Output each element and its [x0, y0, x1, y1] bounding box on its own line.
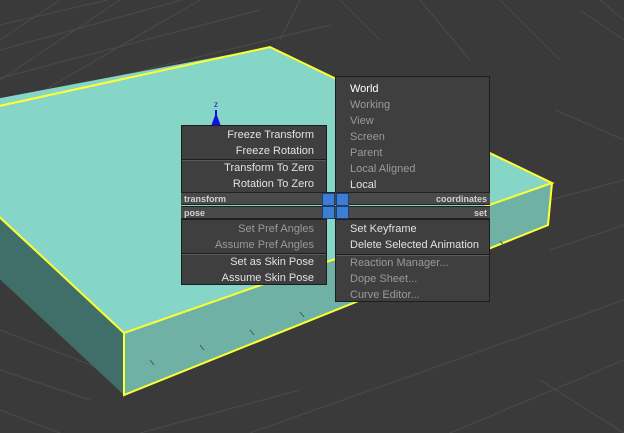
- menu-item-assume-skin-pose[interactable]: Assume Skin Pose: [222, 270, 314, 286]
- quad-label-coordinates: coordinates: [435, 194, 487, 204]
- quad-pose: Set Pref Angles Assume Pref Angles Set a…: [181, 219, 327, 285]
- menu-item-parent[interactable]: Parent: [350, 145, 382, 161]
- quad-label-transform: transform: [184, 194, 227, 204]
- menu-item-transform-to-zero[interactable]: Transform To Zero: [224, 160, 314, 176]
- menu-item-delete-selected-animation[interactable]: Delete Selected Animation: [350, 237, 479, 253]
- quad-hub-lower-right[interactable]: [336, 206, 349, 219]
- menu-item-freeze-rotation[interactable]: Freeze Rotation: [236, 143, 314, 159]
- quad-set: Set Keyframe Delete Selected Animation R…: [335, 219, 490, 302]
- menu-item-screen[interactable]: Screen: [350, 129, 385, 145]
- menu-item-set-pref-angles[interactable]: Set Pref Angles: [238, 221, 314, 237]
- menu-item-reaction-manager[interactable]: Reaction Manager...: [350, 255, 448, 271]
- menu-item-set-keyframe[interactable]: Set Keyframe: [350, 221, 417, 237]
- quad-coordinates: World Working View Screen Parent Local A…: [335, 76, 490, 193]
- menu-item-view[interactable]: View: [350, 113, 374, 129]
- quad-hub-upper-left[interactable]: [322, 193, 335, 206]
- menu-item-working[interactable]: Working: [350, 97, 390, 113]
- menu-item-dope-sheet[interactable]: Dope Sheet...: [350, 271, 417, 287]
- menu-item-curve-editor[interactable]: Curve Editor...: [350, 287, 420, 303]
- menu-item-set-as-skin-pose[interactable]: Set as Skin Pose: [230, 254, 314, 270]
- quad-hub-lower-left[interactable]: [322, 206, 335, 219]
- menu-item-local[interactable]: Local: [350, 177, 376, 193]
- menu-item-local-aligned[interactable]: Local Aligned: [350, 161, 415, 177]
- menu-item-world[interactable]: World: [350, 81, 379, 97]
- menu-item-assume-pref-angles[interactable]: Assume Pref Angles: [215, 237, 314, 253]
- gizmo-axis-label: z: [214, 100, 218, 109]
- menu-item-rotation-to-zero[interactable]: Rotation To Zero: [233, 176, 314, 192]
- quad-hub-upper-right[interactable]: [336, 193, 349, 206]
- quad-transform: Freeze Transform Freeze Rotation Transfo…: [181, 125, 327, 193]
- menu-item-freeze-transform[interactable]: Freeze Transform: [227, 127, 314, 143]
